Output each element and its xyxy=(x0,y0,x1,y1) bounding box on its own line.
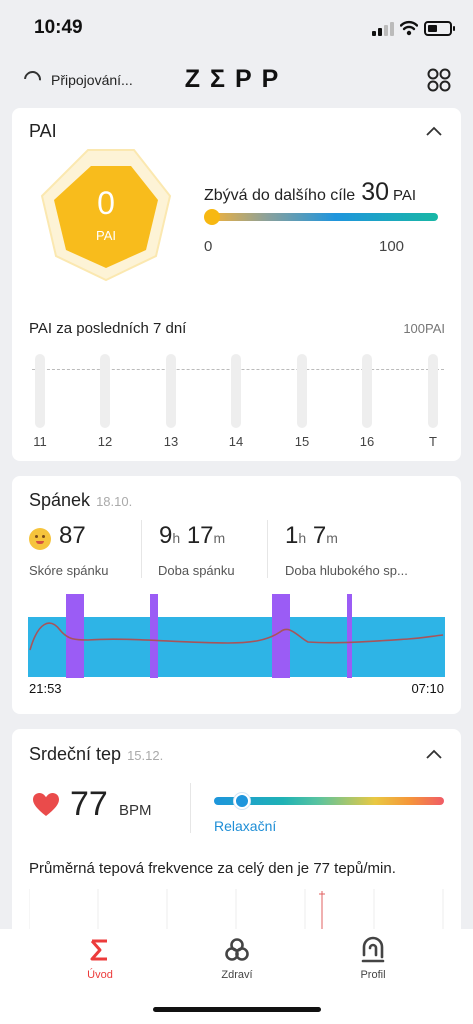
status-bar: 10:49 xyxy=(0,0,473,58)
collapse-chevron-icon[interactable] xyxy=(426,749,442,759)
pai-remaining-text: Zbývá do dalšího cíle xyxy=(204,187,356,204)
zepp-logo: ZΣPP xyxy=(184,65,289,93)
deep-sleep-hours: 1 xyxy=(285,522,299,549)
pai-day-bar xyxy=(362,354,372,428)
pai-bar-max: 100 xyxy=(379,238,405,255)
sleep-card-title: Spánek 18.10. xyxy=(29,490,132,511)
heart-date: 15.12. xyxy=(127,748,164,763)
sleep-start-time: 21:53 xyxy=(29,681,62,696)
deep-sleep-minutes: 7 xyxy=(312,522,327,549)
pai-day-label: 13 xyxy=(163,434,179,449)
deep-sleep-duration: 1h 7m xyxy=(285,522,338,550)
sleep-duration-hours: 9 xyxy=(159,522,173,549)
pai-progress-marker xyxy=(204,209,220,225)
pai-day-bar xyxy=(231,354,241,428)
pai-day-label: T xyxy=(429,434,437,449)
nav-profile-label: Profil xyxy=(360,969,386,981)
pai-day-label: 12 xyxy=(97,434,113,449)
pai-card-title: PAI xyxy=(29,121,57,141)
pai-remaining-value: 30 xyxy=(361,178,390,206)
cellular-signal-icon xyxy=(372,22,394,36)
pai-day-bar xyxy=(166,354,176,428)
hours-unit: h xyxy=(298,530,307,546)
wifi-icon xyxy=(400,20,418,36)
sleep-duration-label: Doba spánku xyxy=(158,563,235,578)
nav-home[interactable]: Úvod xyxy=(60,935,140,981)
collapse-chevron-icon[interactable] xyxy=(426,126,442,136)
pai-remaining: Zbývá do dalšího cíle 30 PAI xyxy=(204,178,416,207)
heart-card-title: Srdeční tep 15.12. xyxy=(29,744,163,765)
apps-grid-icon[interactable] xyxy=(426,67,452,93)
sleep-score: 87 xyxy=(59,522,86,549)
pai-day-bar xyxy=(35,354,45,428)
health-icon xyxy=(225,938,249,961)
pai-progress-bar xyxy=(210,213,438,221)
status-time: 10:49 xyxy=(34,17,83,38)
pai-card[interactable]: PAI 0 PAI Zbývá do dalšího cíle 30 PAI 0 1… xyxy=(12,108,461,461)
app-header: Připojování... ZΣPP xyxy=(0,58,473,102)
pai-day-bar xyxy=(100,354,110,428)
sleep-date: 18.10. xyxy=(96,494,133,509)
pai-day-label: 11 xyxy=(33,434,47,449)
sleep-stages-chart[interactable] xyxy=(28,592,445,678)
divider xyxy=(267,520,268,578)
pai-day-label: 15 xyxy=(294,434,310,449)
hours-unit: h xyxy=(172,530,181,546)
heart-zone-marker xyxy=(233,793,250,809)
heart-rate-card[interactable]: Srdeční tep 15.12. 77 BPM Relaxační Průmě… xyxy=(12,729,461,959)
sleep-end-time: 07:10 xyxy=(411,681,444,696)
sleep-duration: 9h 17m xyxy=(159,522,225,550)
sigma-home-icon xyxy=(90,939,107,961)
pai-day-bar xyxy=(297,354,307,428)
pai-bar-min: 0 xyxy=(204,238,213,255)
sleep-duration-minutes: 17 xyxy=(186,522,214,549)
pai-day-label: 14 xyxy=(228,434,244,449)
nav-profile[interactable]: Profil xyxy=(333,935,413,981)
pai-value-label: PAI xyxy=(96,228,116,243)
pai-value: 0 xyxy=(97,185,115,221)
pai-day-bar xyxy=(428,354,438,428)
home-indicator xyxy=(153,1007,321,1012)
pai-day-label: 16 xyxy=(359,434,375,449)
heart-rate-value: 77 xyxy=(70,785,108,823)
pai-week-max-label: 100PAI xyxy=(403,321,445,336)
sleep-title: Spánek xyxy=(29,490,91,510)
heart-rate-unit: BPM xyxy=(119,802,152,819)
nav-health[interactable]: Zdraví xyxy=(197,935,277,981)
divider xyxy=(141,520,142,578)
heart-rate-chart[interactable] xyxy=(29,889,444,929)
minutes-unit: m xyxy=(213,530,226,546)
nav-home-label: Úvod xyxy=(87,969,113,981)
profile-icon xyxy=(361,936,385,963)
pai-week-title: PAI za posledních 7 dní xyxy=(29,320,187,337)
pai-remaining-unit: PAI xyxy=(393,187,417,204)
minutes-unit: m xyxy=(326,530,338,546)
sleep-score-face-icon xyxy=(29,528,51,550)
sleep-score-label: Skóre spánku xyxy=(29,563,109,578)
deep-sleep-label: Doba hlubokého sp... xyxy=(285,563,408,578)
divider xyxy=(190,783,191,833)
nav-health-label: Zdraví xyxy=(221,969,253,981)
heart-icon xyxy=(33,793,59,816)
heart-zone-label: Relaxační xyxy=(214,818,277,834)
battery-icon xyxy=(424,21,455,36)
heart-title: Srdeční tep xyxy=(29,744,122,764)
heart-average-text: Průměrná tepová frekvence za celý den je… xyxy=(29,860,396,877)
sleep-card[interactable]: Spánek 18.10. 87 Skóre spánku 9h 17m Doba… xyxy=(12,476,461,714)
